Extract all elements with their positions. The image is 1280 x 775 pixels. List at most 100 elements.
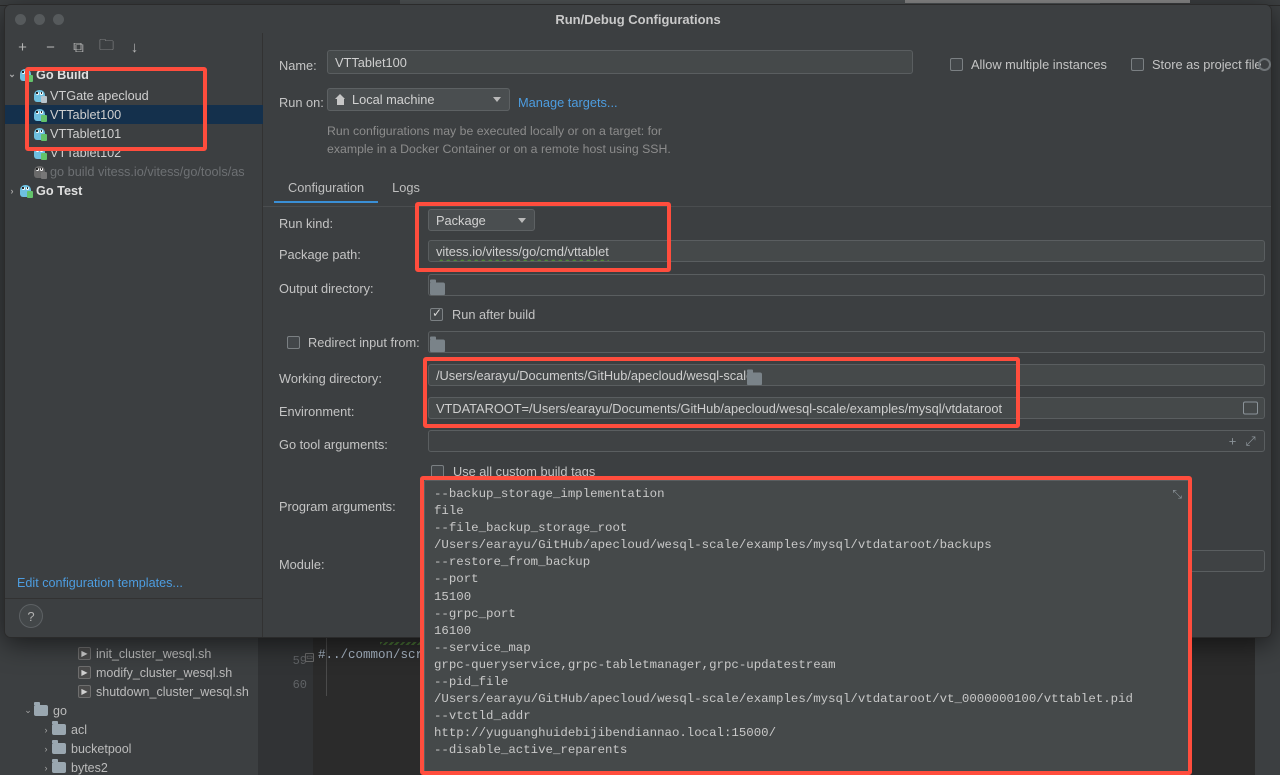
config-group-go-build[interactable]: ⌄ Go Build — [5, 65, 263, 84]
allow-multiple-instances-label: Allow multiple instances — [971, 57, 1107, 72]
config-item-vttablet101[interactable]: VTTablet101 — [5, 124, 263, 143]
config-group-label: Go Test — [36, 183, 83, 198]
go-icon — [19, 184, 33, 198]
redirect-input-label: Redirect input from: — [308, 335, 420, 350]
help-button[interactable]: ? — [19, 604, 43, 628]
config-item-label: VTTablet100 — [50, 107, 122, 122]
allow-multiple-instances-checkbox[interactable] — [950, 58, 963, 71]
go-icon — [33, 146, 47, 160]
chevron-down-icon: ⌄ — [8, 69, 16, 79]
configuration-tabs: Configuration Logs — [274, 176, 434, 203]
go-icon — [33, 165, 47, 179]
sort-alphabetically-icon[interactable]: ↓ — [126, 39, 143, 56]
run-on-select[interactable]: Local machine — [327, 88, 510, 111]
run-kind-select[interactable]: Package — [428, 209, 535, 231]
chevron-down-icon — [518, 217, 526, 223]
environment-value: VTDATAROOT=/Users/earayu/Documents/GitHu… — [436, 400, 1003, 416]
store-as-project-file-label: Store as project file — [1152, 57, 1262, 72]
folder-icon — [52, 740, 66, 754]
project-file-modify-cluster[interactable]: ▶ modify_cluster_wesql.sh — [78, 663, 232, 682]
chevron-right-icon: › — [10, 185, 14, 196]
run-on-hint: Run configurations may be executed local… — [327, 122, 867, 158]
package-path-value: vitess.io/vitess/go/cmd/vttablet — [436, 243, 609, 259]
code-indent-guide — [326, 636, 327, 696]
chevron-down-icon — [493, 97, 501, 102]
store-as-project-file-checkbox[interactable] — [1131, 58, 1144, 71]
name-label: Name: — [279, 58, 317, 73]
run-on-label: Run on: — [279, 95, 324, 110]
manage-targets-link[interactable]: Manage targets... — [518, 95, 618, 110]
project-file-label: modify_cluster_wesql.sh — [96, 665, 233, 680]
project-file-init-cluster[interactable]: ▶ init_cluster_wesql.sh — [78, 644, 211, 663]
folder-browse-icon[interactable] — [430, 336, 445, 352]
environment-input[interactable]: VTDATAROOT=/Users/earayu/Documents/GitHu… — [428, 397, 1265, 419]
add-macro-icon[interactable]: + — [1225, 434, 1240, 449]
project-folder-label: bytes2 — [71, 760, 108, 775]
output-directory-input[interactable] — [428, 274, 1265, 296]
name-input-value: VTTablet100 — [335, 54, 407, 70]
go-tool-arguments-label: Go tool arguments: — [279, 437, 388, 452]
add-configuration-icon[interactable]: + — [14, 39, 31, 56]
redirect-input-checkbox[interactable] — [287, 336, 300, 349]
config-item-vtgate-apecloud[interactable]: VTGate apecloud — [5, 86, 263, 105]
go-tool-arguments-input[interactable]: + ⤢ — [428, 430, 1265, 452]
project-folder-go[interactable]: ⌄ go — [22, 701, 67, 720]
project-folder-bytes2[interactable]: › bytes2 — [40, 758, 108, 775]
run-on-hint-line-2: example in a Docker Container or on a re… — [327, 142, 671, 156]
remove-configuration-icon[interactable]: − — [42, 39, 59, 56]
program-arguments-value: --backup_storage_implementation file --f… — [434, 487, 1133, 758]
line-number: 60 — [292, 678, 307, 692]
program-arguments-textarea[interactable]: --backup_storage_implementation file --f… — [424, 480, 1190, 773]
gear-icon[interactable] — [1258, 58, 1271, 71]
project-folder-bucketpool[interactable]: › bucketpool — [40, 739, 131, 758]
folder-browse-icon[interactable] — [747, 369, 763, 385]
config-item-vttablet100[interactable]: VTTablet100 — [5, 105, 263, 124]
config-group-go-test[interactable]: › Go Test — [5, 181, 263, 200]
chevron-right-icon: › — [44, 762, 48, 773]
go-icon — [19, 68, 33, 82]
project-folder-acl[interactable]: › acl — [40, 720, 87, 739]
config-item-go-build-tools[interactable]: go build vitess.io/vitess/go/tools/as — [5, 162, 263, 181]
config-item-label: VTTablet101 — [50, 126, 122, 141]
config-group-label: Go Build — [36, 67, 89, 82]
working-directory-label: Working directory: — [279, 371, 382, 386]
code-line: #../common/scr — [318, 648, 424, 662]
configurations-tree: ⌄ Go Build VTGate apecloud VTTablet100 V… — [5, 61, 263, 567]
program-arguments-label: Program arguments: — [279, 499, 396, 514]
folder-icon — [52, 721, 66, 735]
folder-icon — [52, 759, 66, 773]
project-file-shutdown-cluster[interactable]: ▶ shutdown_cluster_wesql.sh — [78, 682, 249, 701]
chevron-right-icon: › — [44, 724, 48, 735]
working-directory-input[interactable]: /Users/earayu/Documents/GitHub/apecloud/… — [428, 364, 1265, 386]
folder-icon — [34, 702, 48, 716]
package-path-label: Package path: — [279, 247, 361, 262]
config-item-label: go build vitess.io/vitess/go/tools/as — [50, 164, 245, 179]
environment-variables-icon[interactable] — [1243, 401, 1258, 415]
package-path-input[interactable]: vitess.io/vitess/go/cmd/vttablet — [428, 240, 1265, 262]
code-fold-icon[interactable]: ▭ — [305, 653, 314, 662]
use-all-custom-build-tags-checkbox[interactable] — [431, 465, 444, 478]
tab-logs[interactable]: Logs — [378, 176, 434, 203]
copy-configuration-icon[interactable]: ⧉ — [70, 39, 87, 56]
edit-configuration-templates-link[interactable]: Edit configuration templates... — [17, 576, 183, 590]
config-item-label: VTTablet102 — [50, 145, 122, 160]
output-directory-label: Output directory: — [279, 281, 374, 296]
project-folder-label: acl — [71, 722, 87, 737]
module-label: Module: — [279, 557, 325, 572]
configurations-toolbar: + − ⧉ 🗀 ↓ — [5, 33, 263, 61]
redirect-input-field[interactable] — [428, 331, 1265, 353]
folder-browse-icon[interactable] — [430, 279, 445, 295]
new-folder-icon[interactable]: 🗀 — [98, 37, 115, 56]
tabs-divider — [263, 206, 1271, 207]
expand-icon[interactable]: ⤢ — [1243, 433, 1258, 448]
ide-right-pane — [1255, 636, 1280, 775]
config-item-vttablet102[interactable]: VTTablet102 — [5, 143, 263, 162]
run-after-build-checkbox[interactable] — [430, 306, 443, 321]
name-input[interactable]: VTTablet100 — [327, 50, 913, 74]
configurations-sidebar: + − ⧉ 🗀 ↓ ⌄ Go Build VTGate apecloud VTT… — [5, 33, 263, 637]
project-file-label: init_cluster_wesql.sh — [96, 646, 212, 661]
collapse-icon[interactable]: ⤡ — [1172, 487, 1182, 502]
environment-label: Environment: — [279, 404, 355, 419]
tab-configuration[interactable]: Configuration — [274, 176, 379, 203]
run-kind-label: Run kind: — [279, 216, 334, 231]
